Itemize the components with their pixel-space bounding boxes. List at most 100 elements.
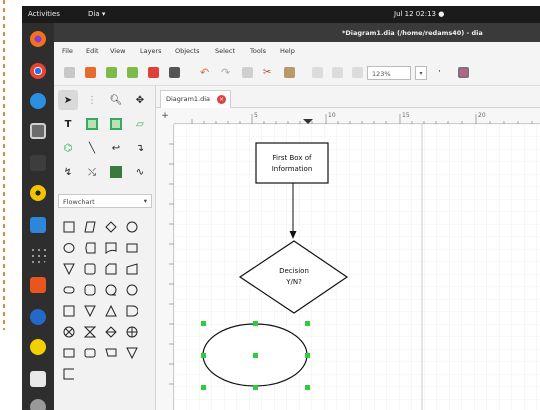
resize-handle[interactable]: [201, 353, 206, 358]
menu-objects[interactable]: Objects: [175, 47, 200, 55]
shape-merge[interactable]: [60, 260, 78, 278]
export-icon[interactable]: [148, 67, 159, 78]
shape-predefined-process[interactable]: [60, 302, 78, 320]
pacman-icon[interactable]: [30, 339, 46, 355]
cut-icon[interactable]: ✂: [263, 67, 274, 78]
text-tool[interactable]: T: [58, 114, 78, 134]
menu-file[interactable]: File: [62, 47, 73, 55]
shape-sort[interactable]: [102, 323, 120, 341]
shape-card[interactable]: [102, 260, 120, 278]
shape-magnetic-tape[interactable]: [102, 281, 120, 299]
shape-offline-storage[interactable]: [60, 344, 78, 362]
ellipse-tool[interactable]: [106, 114, 126, 134]
line-tool[interactable]: ╲: [82, 138, 102, 158]
resize-handle[interactable]: [201, 321, 206, 326]
arc-tool[interactable]: ↩: [106, 138, 126, 158]
app-grid-icon[interactable]: [30, 247, 46, 263]
magnify-tool[interactable]: 🔍︎: [106, 90, 126, 110]
activities-button[interactable]: Activities: [28, 10, 60, 18]
redo-icon[interactable]: ↷: [221, 67, 232, 78]
shape-connector[interactable]: [123, 218, 141, 236]
resize-handle[interactable]: [305, 353, 310, 358]
polygon-tool[interactable]: ▱: [130, 114, 150, 134]
outline-tool[interactable]: ∿: [130, 162, 150, 182]
shape-transport[interactable]: [123, 344, 141, 362]
paste-icon[interactable]: [284, 67, 295, 78]
shape-process[interactable]: [60, 218, 78, 236]
shape-data[interactable]: [81, 218, 99, 236]
bezier-tool[interactable]: ⤯: [82, 162, 102, 182]
firefox-icon[interactable]: [30, 31, 46, 47]
zoom-in-icon[interactable]: [332, 67, 343, 78]
menu-edit[interactable]: Edit: [86, 47, 99, 55]
snap-grid-icon[interactable]: ⋅: [438, 67, 449, 78]
copy-icon[interactable]: [242, 67, 253, 78]
shape-preparation[interactable]: [60, 281, 78, 299]
chrome-icon[interactable]: [30, 63, 46, 79]
zoom-dropdown-button[interactable]: ▾: [415, 66, 427, 80]
window-title-bar[interactable]: *Diagram1.dia (/home/redams40) - dia: [54, 23, 540, 42]
shape-annotation[interactable]: [60, 365, 78, 383]
box-tool[interactable]: [82, 114, 102, 134]
software-icon[interactable]: [30, 277, 46, 293]
scroll-tool[interactable]: ✥: [130, 90, 150, 110]
dvd-icon[interactable]: [30, 399, 46, 410]
shape-punched-tape[interactable]: [102, 344, 120, 362]
app-menu-button[interactable]: Dia ▾: [88, 10, 105, 18]
ruler-origin-button[interactable]: +: [156, 108, 174, 124]
files-icon[interactable]: [30, 123, 46, 139]
sheet-selector[interactable]: Flowchart ▾: [58, 194, 152, 208]
shape-online-storage[interactable]: [81, 344, 99, 362]
terminal-icon[interactable]: [30, 155, 46, 171]
resize-handle[interactable]: [305, 321, 310, 326]
writer-icon[interactable]: [30, 217, 46, 233]
shape-or-junction[interactable]: [123, 323, 141, 341]
editor-icon[interactable]: [30, 371, 46, 387]
shape-document[interactable]: [102, 239, 120, 257]
new-diagram-icon[interactable]: [64, 67, 75, 78]
undo-icon[interactable]: ↶: [200, 67, 211, 78]
menu-view[interactable]: View: [110, 47, 125, 55]
tab-diagram1[interactable]: Diagram1.dia ×: [160, 90, 232, 108]
resize-handle[interactable]: [201, 385, 206, 390]
menu-select[interactable]: Select: [215, 47, 235, 55]
beziergon-tool[interactable]: ⌬: [58, 138, 78, 158]
resize-handle[interactable]: [253, 321, 258, 326]
zigzag-tool[interactable]: ↴: [130, 138, 150, 158]
polyline-tool[interactable]: ↯: [58, 162, 78, 182]
shape-decision[interactable]: [102, 218, 120, 236]
print-icon[interactable]: [169, 67, 180, 78]
save-as-icon[interactable]: [127, 67, 138, 78]
help-icon[interactable]: [30, 309, 46, 325]
clock[interactable]: Jul 12 02:13 ●: [394, 10, 444, 18]
shape-or[interactable]: [123, 281, 141, 299]
shape-terminal[interactable]: [60, 239, 78, 257]
shape-summing-junction[interactable]: [60, 323, 78, 341]
shape-stored-data[interactable]: [81, 239, 99, 257]
shape-extract[interactable]: [81, 302, 99, 320]
shape-delay[interactable]: [123, 302, 141, 320]
rhythmbox-icon[interactable]: [30, 185, 46, 201]
image-tool[interactable]: [106, 162, 126, 182]
shape-manual-input[interactable]: [123, 260, 141, 278]
object-snap-icon[interactable]: [458, 67, 469, 78]
resize-handle[interactable]: [305, 385, 310, 390]
zoom-input[interactable]: 123%: [367, 66, 411, 80]
shape-collate[interactable]: [81, 323, 99, 341]
zoom-out-icon[interactable]: [352, 67, 363, 78]
shape-internal-storage[interactable]: [81, 260, 99, 278]
center-handle[interactable]: [253, 353, 258, 358]
menu-layers[interactable]: Layers: [140, 47, 162, 55]
menu-help[interactable]: Help: [280, 47, 295, 55]
diagram-canvas[interactable]: First Box of Information Decision Y/N?: [174, 124, 540, 410]
menu-tools[interactable]: Tools: [250, 47, 266, 55]
zoom-fit-icon[interactable]: [312, 67, 323, 78]
thunderbird-icon[interactable]: [30, 93, 46, 109]
text-edit-tool[interactable]: ⋮: [82, 90, 102, 110]
save-icon[interactable]: [106, 67, 117, 78]
resize-handle[interactable]: [253, 385, 258, 390]
close-icon[interactable]: ×: [217, 95, 227, 104]
shape-triangle[interactable]: [102, 302, 120, 320]
shape-magnetic-disk[interactable]: [81, 281, 99, 299]
shape-display[interactable]: [123, 239, 141, 257]
